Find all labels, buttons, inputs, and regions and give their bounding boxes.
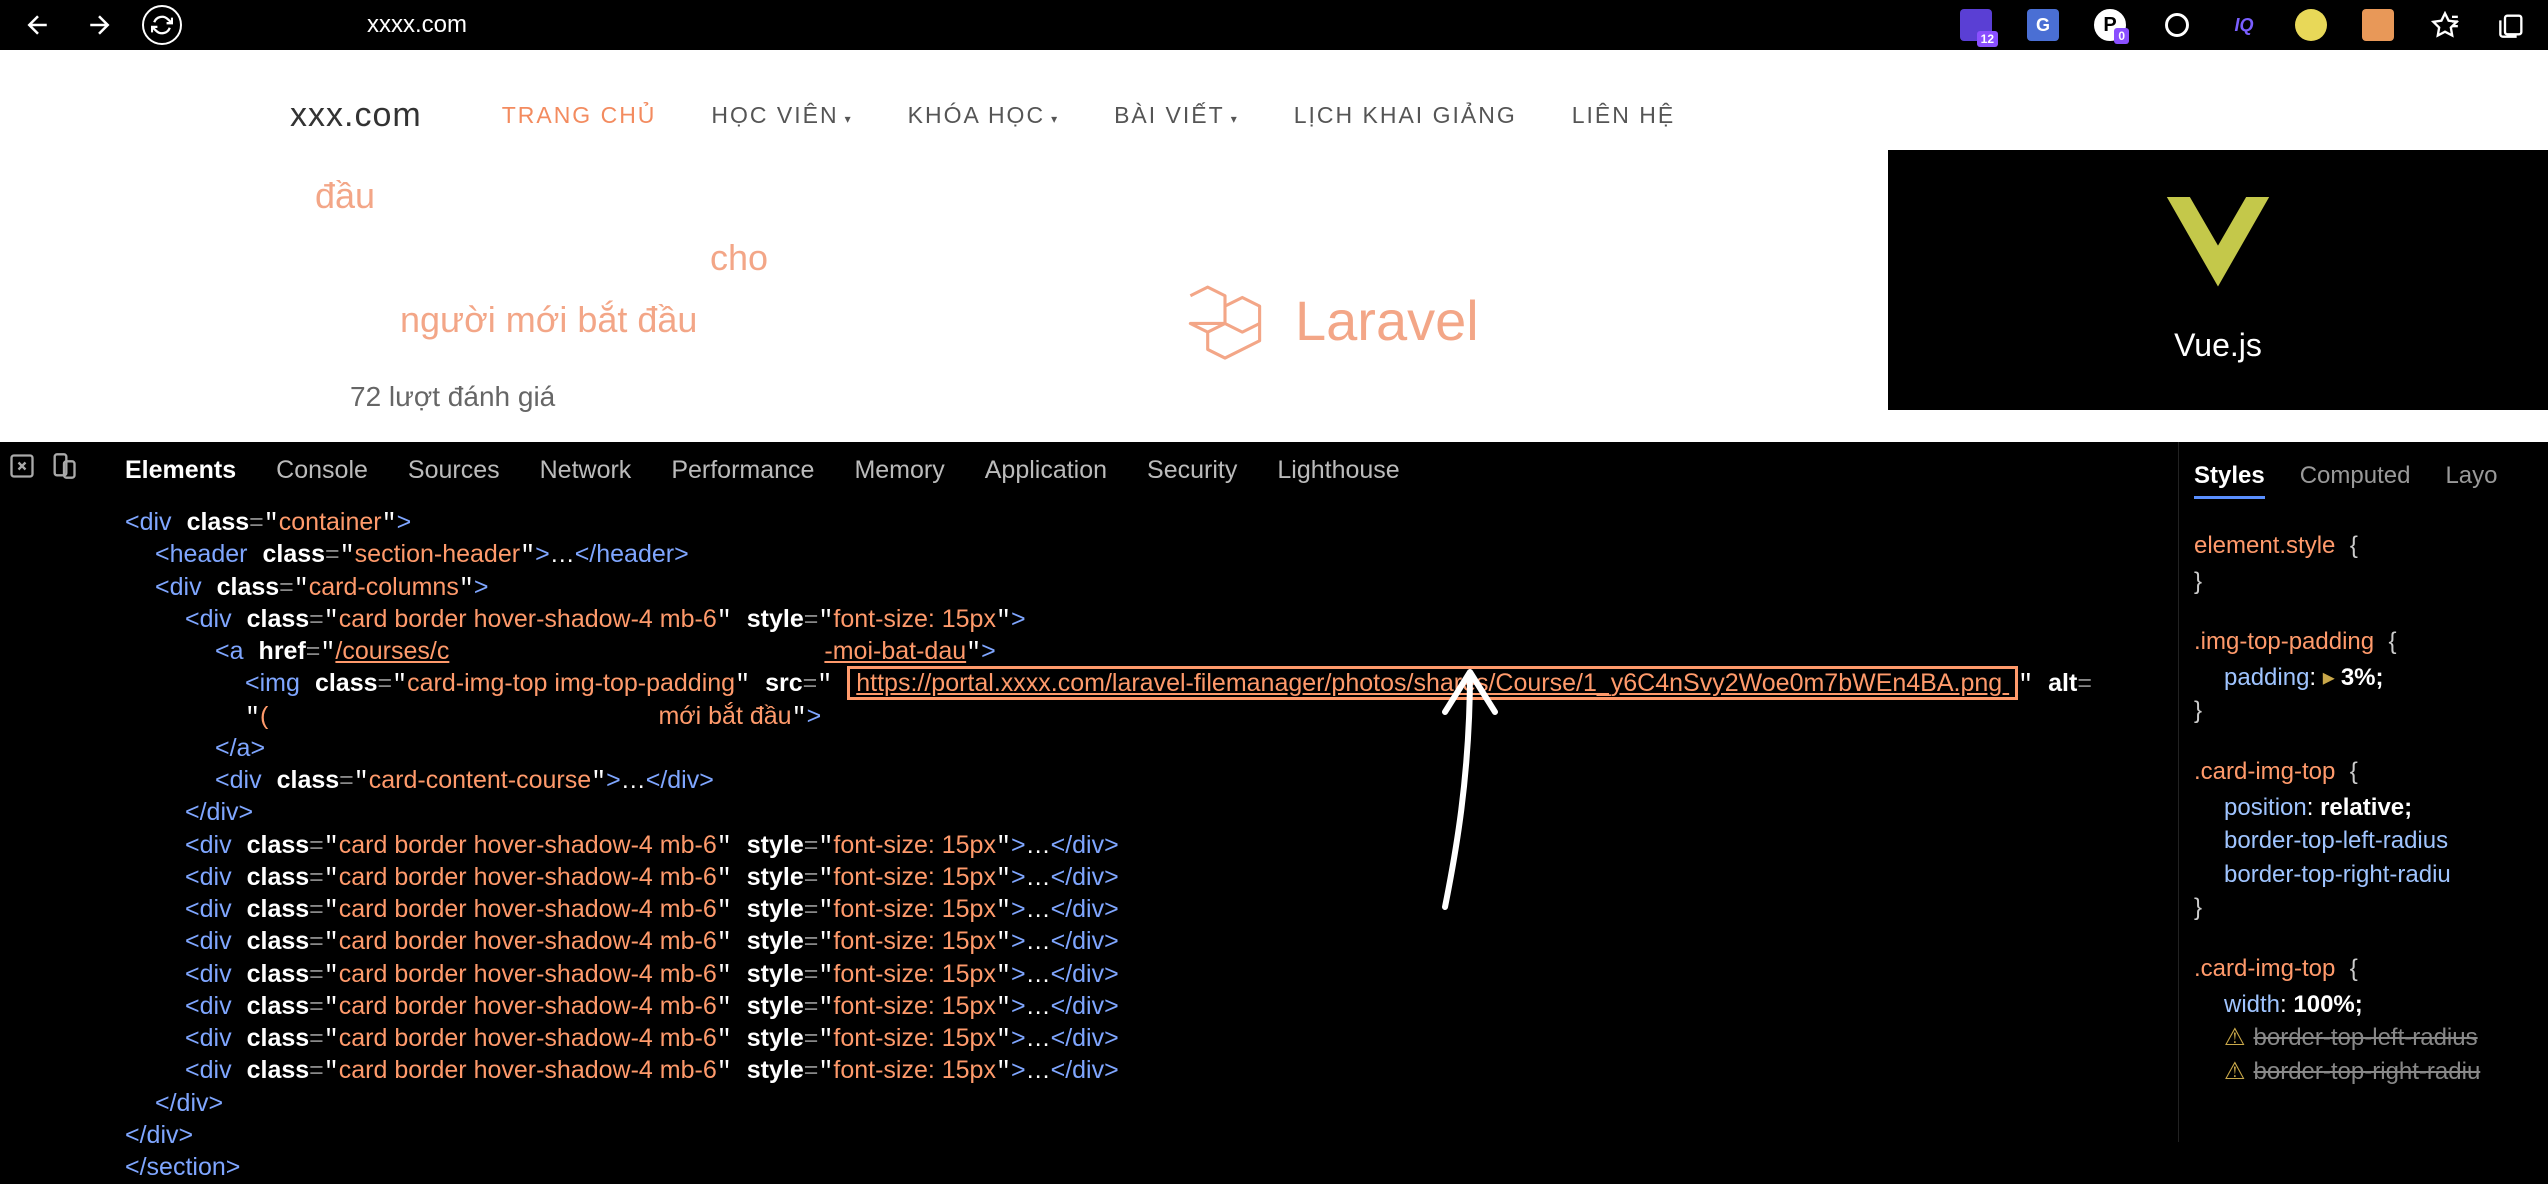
nav-item-schedule[interactable]: LỊCH KHAI GIẢNG — [1294, 102, 1517, 129]
laravel-card[interactable]: Laravel — [1180, 275, 1479, 365]
page-content: xxx.com TRANG CHỦ HỌC VIÊN▾ KHÓA HỌC▾ BÀ… — [0, 50, 2548, 442]
main-nav: TRANG CHỦ HỌC VIÊN▾ KHÓA HỌC▾ BÀI VIẾT▾ … — [502, 102, 1676, 129]
devtools-main: Elements Console Sources Network Perform… — [105, 442, 2178, 1142]
tab-lighthouse[interactable]: Lighthouse — [1277, 456, 1399, 485]
hero-line: đầu — [315, 175, 768, 217]
tab-computed[interactable]: Computed — [2300, 462, 2411, 499]
extension-badge: 0 — [2114, 28, 2129, 44]
tab-network[interactable]: Network — [540, 456, 632, 485]
extension-icon[interactable]: IQ — [2228, 9, 2260, 41]
hero-subtext: 72 lượt đánh giá — [350, 381, 768, 413]
extension-icon[interactable] — [2161, 9, 2193, 41]
tab-security[interactable]: Security — [1147, 456, 1237, 485]
devtools-panel: Elements Console Sources Network Perform… — [0, 442, 2548, 1142]
hero-text: đầu cho người mới bắt đầu 72 lượt đánh g… — [290, 175, 768, 442]
tab-styles[interactable]: Styles — [2194, 462, 2265, 499]
nav-item-courses[interactable]: KHÓA HỌC▾ — [908, 102, 1059, 129]
css-rule[interactable]: .img-top-padding { padding: ▸3%; } — [2194, 625, 2548, 730]
laravel-logo-icon — [1180, 275, 1270, 365]
extension-icons: 12 G P 0 IQ — [1960, 9, 2528, 41]
forward-button[interactable] — [81, 7, 117, 43]
hero-section: đầu cho người mới bắt đầu 72 lượt đánh g… — [0, 150, 2548, 442]
dom-tree[interactable]: <div class="container"> <header class="s… — [105, 507, 2178, 1184]
nav-item-students[interactable]: HỌC VIÊN▾ — [711, 102, 852, 129]
chevron-down-icon: ▾ — [1231, 112, 1239, 126]
extension-badge: 12 — [1977, 31, 1998, 47]
css-rule[interactable]: element.style { } — [2194, 529, 2548, 600]
css-rule[interactable]: .card-img-top { position: relative; bord… — [2194, 755, 2548, 927]
site-logo[interactable]: xxx.com — [290, 96, 422, 135]
tab-console[interactable]: Console — [276, 456, 368, 485]
css-rule[interactable]: .card-img-top { width: 100%; ⚠border-top… — [2194, 952, 2548, 1088]
devtools-left-icons — [0, 442, 105, 1142]
devtools-sidebar: Styles Computed Layo element.style { } .… — [2178, 442, 2548, 1142]
favorites-icon[interactable] — [2429, 9, 2461, 41]
extension-icon[interactable]: P 0 — [2094, 9, 2126, 41]
tab-performance[interactable]: Performance — [671, 456, 814, 485]
tab-memory[interactable]: Memory — [854, 456, 944, 485]
tab-layout[interactable]: Layo — [2445, 462, 2497, 499]
chevron-down-icon: ▾ — [845, 112, 853, 126]
device-toggle-icon[interactable] — [50, 452, 78, 480]
browser-toolbar: xxxx.com 12 G P 0 IQ — [0, 0, 2548, 50]
nav-item-home[interactable]: TRANG CHỦ — [502, 102, 657, 129]
reload-button[interactable] — [142, 5, 182, 45]
tab-elements[interactable]: Elements — [125, 456, 236, 485]
inspect-icon[interactable] — [8, 452, 36, 480]
tab-application[interactable]: Application — [985, 456, 1107, 485]
devtools-tabs: Elements Console Sources Network Perform… — [105, 442, 2178, 507]
vue-label: Vue.js — [2174, 327, 2262, 364]
extension-icon[interactable] — [2362, 9, 2394, 41]
back-button[interactable] — [20, 7, 56, 43]
vue-logo-icon — [2153, 197, 2283, 307]
laravel-label: Laravel — [1295, 288, 1479, 353]
tab-sources[interactable]: Sources — [408, 456, 500, 485]
extension-icon[interactable]: 12 — [1960, 9, 1992, 41]
vue-card[interactable]: Vue.js — [1888, 150, 2548, 410]
site-header: xxx.com TRANG CHỦ HỌC VIÊN▾ KHÓA HỌC▾ BÀ… — [0, 50, 2548, 150]
translate-icon[interactable]: G — [2027, 9, 2059, 41]
hero-line: cho — [710, 237, 768, 279]
collections-icon[interactable] — [2496, 9, 2528, 41]
address-bar[interactable]: xxxx.com — [367, 11, 467, 39]
annotation-arrow — [1415, 657, 1525, 917]
nav-item-contact[interactable]: LIÊN HỆ — [1572, 102, 1675, 129]
hero-line: người mới bắt đầu — [400, 299, 768, 341]
styles-tabs: Styles Computed Layo — [2194, 462, 2548, 499]
chevron-down-icon: ▾ — [1051, 112, 1059, 126]
extension-icon[interactable] — [2295, 9, 2327, 41]
nav-item-articles[interactable]: BÀI VIẾT▾ — [1114, 102, 1239, 129]
